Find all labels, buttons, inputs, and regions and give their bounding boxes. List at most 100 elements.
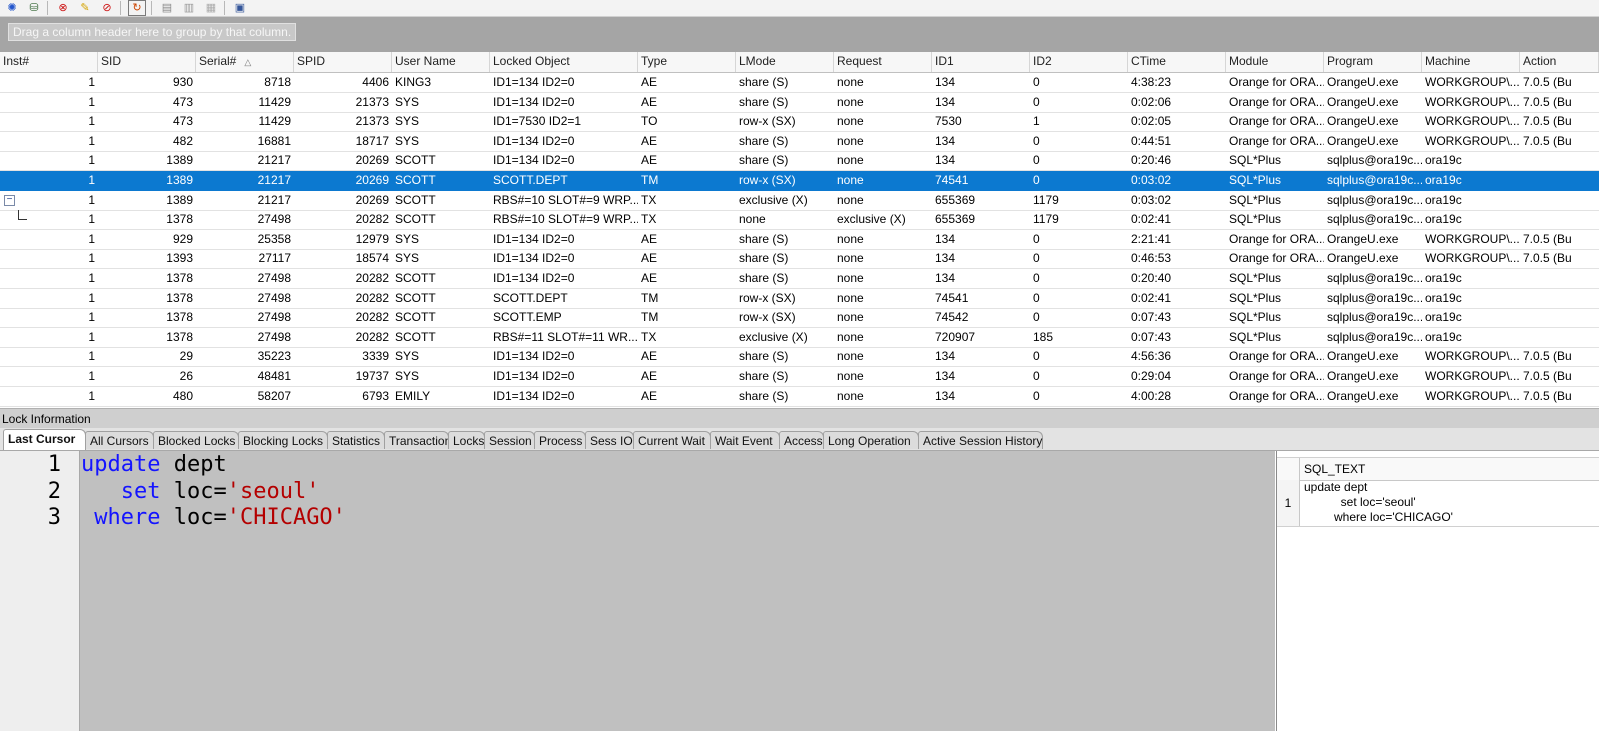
column-header-request[interactable]: Request bbox=[834, 52, 932, 72]
table-row[interactable]: 1 929 25358 12979 SYS ID1=134 ID2=0 AE share (S… bbox=[0, 230, 1599, 250]
cell-obj: RBS#=10 SLOT#=9 WRP... bbox=[493, 192, 638, 207]
table-row[interactable]: 1 1389 21217 20269 SCOTT ID1=134 ID2=0 AE share… bbox=[0, 151, 1599, 172]
cell-lmode: row-x (SX) bbox=[739, 173, 796, 187]
clear-icon[interactable]: ⊘ bbox=[99, 1, 115, 15]
column-header-spid[interactable]: SPID bbox=[294, 52, 392, 72]
table-row[interactable]: 1 1378 27498 20282 SCOTT SCOTT.EMP TM row-x (SX… bbox=[0, 308, 1599, 329]
cell-sid: 1389 bbox=[166, 173, 193, 187]
cell-module: SQL*Plus bbox=[1229, 310, 1282, 325]
tab-access[interactable]: Access bbox=[779, 431, 824, 449]
column-header-serial[interactable]: Serial# △ bbox=[196, 52, 294, 72]
result-row[interactable]: 1 update dept set loc='seoul' where loc=… bbox=[1277, 480, 1599, 527]
cell-id2: 0 bbox=[1033, 349, 1040, 364]
cell-type: TX bbox=[641, 212, 657, 227]
cell-action bbox=[1520, 328, 1599, 347]
sql-text-column-header[interactable]: SQL_TEXT bbox=[1304, 458, 1365, 480]
table-row[interactable]: 1 1389 21217 20269 SCOTT SCOTT.DEPT TM row-x (S… bbox=[0, 171, 1599, 191]
table-row[interactable]: 1 1378 27498 20282 SCOTT RBS#=11 SLOT#=11 WR.… bbox=[0, 328, 1599, 348]
column-header-ctime[interactable]: CTime bbox=[1128, 52, 1226, 72]
cell-sid: 930 bbox=[172, 75, 193, 89]
table-row[interactable]: 1 1378 27498 20282 SCOTT SCOTT.DEPT TM row-x (S… bbox=[0, 289, 1599, 309]
column-header-user[interactable]: User Name bbox=[392, 52, 490, 72]
disconnect-icon[interactable]: ⊗ bbox=[55, 1, 71, 15]
table-row[interactable]: 1 473 11429 21373 SYS ID1=7530 ID2=1 TO row-x (… bbox=[0, 112, 1599, 133]
gear-sessions-icon[interactable]: ✺ bbox=[4, 1, 20, 15]
tab-transaction[interactable]: Transaction bbox=[384, 431, 451, 449]
cell-user: SCOTT bbox=[395, 290, 436, 305]
table-row[interactable]: 1 480 58207 6793 EMILY ID1=134 ID2=0 AE share (… bbox=[0, 387, 1599, 407]
refresh-icon[interactable]: ↻ bbox=[128, 0, 146, 16]
line-number-gutter: 123 bbox=[0, 451, 80, 731]
cell-type: AE bbox=[641, 231, 658, 246]
table-row[interactable]: 1 1393 27117 18574 SYS ID1=134 ID2=0 AE share (… bbox=[0, 249, 1599, 270]
cell-request: none bbox=[837, 192, 864, 207]
cell-lmode: share (S) bbox=[739, 369, 789, 383]
result-sql-text: update dept set loc='seoul' where loc='C… bbox=[1304, 480, 1453, 524]
column-header-lmode[interactable]: LMode bbox=[736, 52, 834, 72]
column-header-id2[interactable]: ID2 bbox=[1030, 52, 1128, 72]
cell-sid: 473 bbox=[172, 94, 193, 109]
tab-locks[interactable]: Locks bbox=[448, 431, 485, 449]
tab-blocking-locks[interactable]: Blocking Locks bbox=[238, 431, 328, 449]
highlight-icon[interactable]: ✎ bbox=[77, 1, 93, 15]
cell-id2: 1179 bbox=[1033, 192, 1059, 207]
cell-serial: 48481 bbox=[257, 369, 291, 383]
tab-last-cursor[interactable]: Last Cursor bbox=[3, 429, 86, 450]
cell-module: Orange for ORA... bbox=[1229, 369, 1324, 383]
cell-action: 7.0.5 (Bu bbox=[1523, 369, 1572, 383]
cell-serial: 8718 bbox=[264, 75, 291, 89]
sql-editor[interactable]: 123 update dept set loc='seoul' where lo… bbox=[0, 451, 1275, 731]
cell-action bbox=[1520, 191, 1599, 210]
tab-wait-event[interactable]: Wait Event bbox=[710, 431, 780, 449]
cell-module: SQL*Plus bbox=[1229, 192, 1282, 207]
column-header-module[interactable]: Module bbox=[1226, 52, 1324, 72]
tab-all-cursors[interactable]: All Cursors bbox=[85, 431, 154, 449]
column-header-label: SID bbox=[101, 54, 122, 68]
cell-id1: 7530 bbox=[935, 114, 962, 129]
cell-serial: 21217 bbox=[257, 173, 291, 187]
table-row[interactable]: 1 473 11429 21373 SYS ID1=134 ID2=0 AE share (S… bbox=[0, 93, 1599, 113]
unlock-icon[interactable]: ▥ bbox=[181, 1, 197, 15]
tab-session[interactable]: Session bbox=[484, 431, 535, 449]
clipboard-icon[interactable]: ▣ bbox=[232, 1, 248, 15]
cell-spid: 20282 bbox=[355, 212, 389, 227]
table-row[interactable]: 1 1378 27498 20282 SCOTT ID1=134 ID2=0 AE share… bbox=[0, 269, 1599, 289]
column-header-sid[interactable]: SID bbox=[98, 52, 196, 72]
table-row[interactable]: 1 29 35223 3339 SYS ID1=134 ID2=0 AE share (S) n… bbox=[0, 347, 1599, 368]
tab-sess-io[interactable]: Sess IO bbox=[585, 431, 634, 449]
table-row[interactable]: 1 930 8718 4406 KING3 ID1=134 ID2=0 AE share (S… bbox=[0, 73, 1599, 93]
line-number: 1 bbox=[47, 452, 61, 477]
cell-serial: 27498 bbox=[257, 310, 291, 325]
cell-lmode: row-x (SX) bbox=[739, 114, 796, 129]
cell-inst: 1 bbox=[88, 329, 95, 344]
cell-id2: 0 bbox=[1033, 173, 1040, 187]
cell-id1: 134 bbox=[935, 75, 956, 89]
column-header-action[interactable]: Action bbox=[1520, 52, 1599, 72]
group-by-panel[interactable]: Drag a column header here to group by th… bbox=[0, 17, 1599, 52]
column-header-machine[interactable]: Machine bbox=[1422, 52, 1520, 72]
column-header-inst[interactable]: Inst# bbox=[0, 52, 98, 72]
sql-keyword: where bbox=[81, 505, 161, 530]
table-row[interactable]: 1 26 48481 19737 SYS ID1=134 ID2=0 AE share (S)… bbox=[0, 367, 1599, 387]
tab-statistics[interactable]: Statistics bbox=[327, 431, 385, 449]
lock-icon[interactable]: ▤ bbox=[159, 1, 175, 15]
cell-lmode: share (S) bbox=[739, 349, 789, 364]
column-header-obj[interactable]: Locked Object bbox=[490, 52, 638, 72]
table-row[interactable]: 1 482 16881 18717 SYS ID1=134 ID2=0 AE share (S… bbox=[0, 132, 1599, 152]
column-header-id1[interactable]: ID1 bbox=[932, 52, 1030, 72]
tab-process[interactable]: Process bbox=[534, 431, 586, 449]
tab-long-operation[interactable]: Long Operation bbox=[823, 431, 919, 449]
tab-current-wait[interactable]: Current Wait bbox=[633, 431, 711, 449]
table-row[interactable]: −1 1389 21217 20269 SCOTT RBS#=10 SLOT#=9 WRP… bbox=[0, 191, 1599, 211]
unlock-all-icon[interactable]: ▦ bbox=[203, 1, 219, 15]
tab-active-session-history[interactable]: Active Session History bbox=[918, 431, 1043, 449]
tab-blocked-locks[interactable]: Blocked Locks bbox=[153, 431, 239, 449]
cell-spid: 20282 bbox=[355, 329, 389, 344]
column-header-type[interactable]: Type bbox=[638, 52, 736, 72]
cell-machine: WORKGROUP\... bbox=[1425, 75, 1520, 89]
cell-module: SQL*Plus bbox=[1229, 212, 1282, 227]
cell-obj: SCOTT.EMP bbox=[493, 310, 562, 325]
table-row[interactable]: 1 1378 27498 20282 SCOTT RBS#=10 SLOT#=9 WRP.… bbox=[0, 210, 1599, 231]
column-header-program[interactable]: Program bbox=[1324, 52, 1422, 72]
kill-session-icon[interactable]: ⛁ bbox=[26, 1, 42, 15]
